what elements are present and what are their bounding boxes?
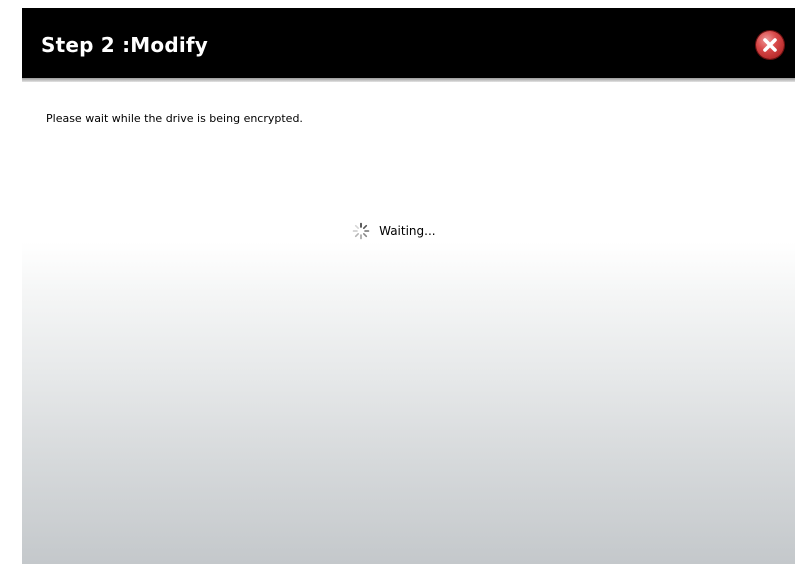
close-x-icon: [763, 38, 777, 52]
waiting-label: Waiting...: [379, 223, 436, 238]
dialog-title: Step 2 :Modify: [41, 33, 209, 57]
dialog-body: Please wait while the drive is being enc…: [22, 82, 795, 564]
close-button[interactable]: [756, 31, 784, 59]
dialog-title-bar: Step 2 :Modify: [22, 8, 795, 82]
modify-dialog: Step 2 :Modify Please wait while the dri…: [22, 8, 795, 564]
status-message: Please wait while the drive is being enc…: [46, 112, 303, 125]
waiting-indicator: Waiting...: [352, 220, 436, 239]
loading-spinner-icon: [352, 222, 370, 239]
